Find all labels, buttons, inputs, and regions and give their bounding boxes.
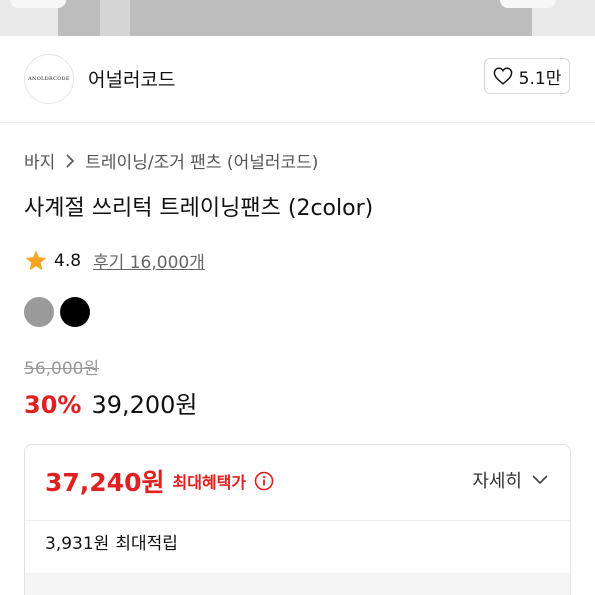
brand-name[interactable]: 어널러코드 [88,65,175,92]
brand-row: ANOLDRCODE 어널러코드 5.1만 [0,36,595,122]
points-label: 최대적립 [115,534,178,554]
image-nav-right[interactable] [500,0,556,8]
brand-logo-text: ANOLDRCODE [28,76,70,82]
product-image-carousel[interactable] [0,0,595,36]
rating-row: 4.8 후기 16,000개 [24,248,205,273]
section-divider [0,122,595,123]
info-icon[interactable] [254,471,274,491]
sale-price: 39,200원 [91,391,198,419]
detail-toggle[interactable]: 자세히 [472,467,548,493]
color-swatch-gray[interactable] [24,297,54,327]
points-amount: 3,931원 [45,534,110,554]
detail-toggle-label: 자세히 [472,471,522,492]
discount-rate: 30% [24,391,82,419]
original-price: 56,000원 [24,359,100,379]
brand-logo[interactable]: ANOLDRCODE [24,54,74,104]
benefit-divider [25,520,570,521]
chevron-right-icon [66,153,75,168]
breadcrumb-subcategory[interactable]: 트레이닝/조거 팬츠 (어널러코드) [85,148,318,173]
star-icon [25,250,47,270]
color-swatch-black[interactable] [60,297,90,327]
rating-value: 4.8 [54,250,82,271]
breadcrumb: 바지 트레이닝/조거 팬츠 (어널러코드) [24,148,318,173]
max-benefit-label: 최대혜택가 [172,473,247,492]
benefit-header: 37,240원 최대혜택가 [45,463,274,499]
product-photo-highlight [100,0,130,36]
benefit-card: 37,240원 최대혜택가 자세히 3,931원 최대적립 [24,444,571,595]
max-benefit-price: 37,240원 [45,468,165,497]
color-swatches [24,297,90,327]
like-count: 5.1만 [518,68,562,89]
product-title: 사계절 쓰리턱 트레이닝팬츠 (2color) [24,196,374,221]
benefit-card-footer [25,573,570,595]
chevron-down-icon [532,475,548,485]
review-count-link[interactable]: 후기 16,000개 [93,248,205,273]
price-row: 30% 39,200원 [24,385,198,420]
image-nav-left[interactable] [10,0,66,8]
points-row: 3,931원 최대적립 [45,529,178,554]
heart-icon [493,67,512,85]
like-button[interactable]: 5.1만 [484,58,570,94]
breadcrumb-category[interactable]: 바지 [24,148,55,173]
